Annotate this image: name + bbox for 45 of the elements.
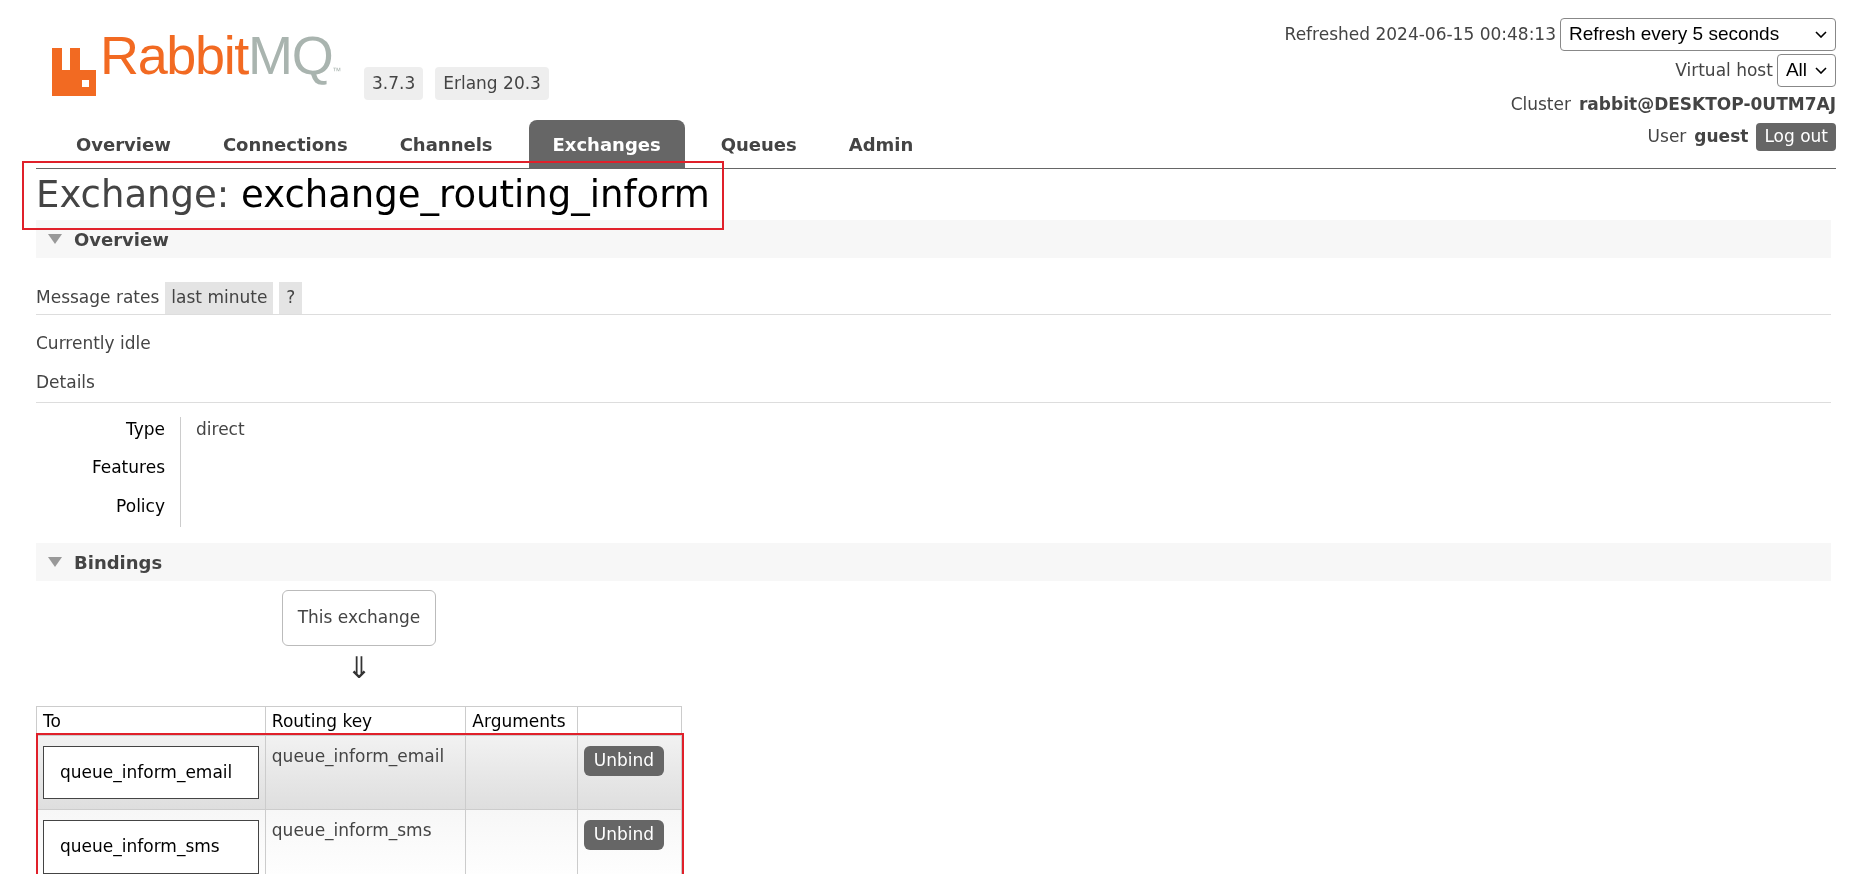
nav-tab[interactable]: Exchanges bbox=[528, 120, 685, 168]
detail-value: direct bbox=[196, 417, 245, 441]
detail-label: Policy bbox=[116, 494, 165, 518]
nav-tab[interactable]: Connections bbox=[206, 120, 364, 168]
logout-button[interactable]: Log out bbox=[1756, 122, 1836, 151]
nav-tab[interactable]: Channels bbox=[383, 120, 509, 168]
version-badge: 3.7.3 bbox=[363, 66, 424, 100]
section-header[interactable]: Overview bbox=[36, 220, 1831, 258]
refreshed-time: Refreshed 2024-06-15 00:48:13 bbox=[1284, 22, 1556, 46]
cluster-name: rabbit@DESKTOP-0UTM7AJ bbox=[1579, 93, 1836, 116]
triangle-down-icon bbox=[48, 557, 62, 567]
help-button[interactable]: ? bbox=[279, 282, 303, 314]
logo-text: RabbitMQ™ bbox=[100, 30, 340, 87]
nav-tab[interactable]: Queues bbox=[704, 120, 813, 168]
column-header: Routing key bbox=[265, 706, 466, 735]
unbind-button[interactable]: Unbind bbox=[583, 820, 664, 850]
column-header: To bbox=[36, 706, 266, 735]
section-header[interactable]: Bindings bbox=[36, 543, 1831, 581]
table-cell: queue_inform_email bbox=[265, 735, 466, 810]
unbind-button[interactable]: Unbind bbox=[583, 745, 664, 776]
detail-label: Type bbox=[125, 417, 165, 441]
chevron-down-icon bbox=[1815, 31, 1827, 38]
column-header: Arguments bbox=[465, 706, 578, 735]
triangle-down-icon bbox=[48, 234, 62, 244]
chevron-down-icon bbox=[1815, 67, 1827, 74]
nav-tab[interactable]: Overview bbox=[60, 120, 187, 168]
nav-tab[interactable]: Admin bbox=[832, 120, 930, 168]
rabbit-logo-icon bbox=[52, 48, 96, 96]
status-text: Currently idle bbox=[36, 331, 152, 355]
exchange-node: This exchange bbox=[281, 590, 437, 646]
page-title: Exchange: exchange_routing_inform bbox=[36, 172, 710, 218]
vhost-label: Virtual host bbox=[1675, 58, 1773, 82]
user-name: guest bbox=[1694, 124, 1749, 148]
cluster-label: Cluster bbox=[1510, 93, 1571, 116]
user-label: User bbox=[1647, 124, 1687, 148]
details-heading: Details bbox=[36, 370, 1831, 403]
vhost-select[interactable]: All bbox=[1776, 54, 1836, 87]
refresh-select[interactable]: Refresh every 5 seconds bbox=[1560, 18, 1836, 51]
rates-period-button[interactable]: last minute bbox=[165, 282, 274, 314]
queue-link[interactable]: queue_inform_email bbox=[43, 745, 259, 799]
queue-link[interactable]: queue_inform_sms bbox=[43, 820, 259, 874]
down-arrow: ⇓ bbox=[346, 648, 372, 687]
version-badge: Erlang 20.3 bbox=[435, 66, 549, 100]
detail-label: Features bbox=[91, 456, 165, 479]
message-rates-label: Message rates bbox=[36, 286, 160, 309]
